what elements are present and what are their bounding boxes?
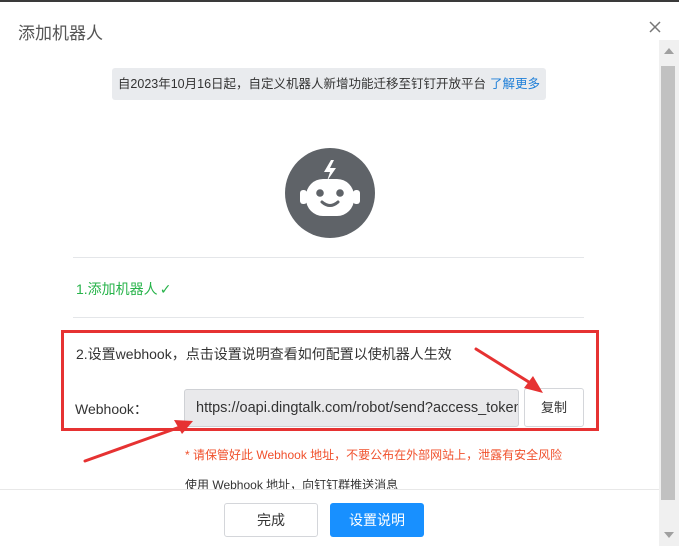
step1-label: 1.添加机器人 (76, 281, 158, 297)
robot-avatar-icon (285, 148, 375, 238)
security-warning: * 请保管好此 Webhook 地址，不要公布在外部网站上，泄露有安全风险 (185, 448, 563, 462)
webhook-label: Webhook： (75, 401, 148, 417)
divider (73, 317, 584, 318)
dialog-title: 添加机器人 (18, 24, 103, 43)
migration-notice: 自2023年10月16日起，自定义机器人新增功能迁移至钉钉开放平台 了解更多 (112, 68, 546, 100)
scrollbar-thumb[interactable] (661, 66, 675, 500)
scroll-up-icon[interactable] (659, 40, 679, 62)
done-button[interactable]: 完成 (224, 503, 318, 537)
scroll-down-icon[interactable] (659, 524, 679, 546)
webhook-url-field[interactable]: https://oapi.dingtalk.com/robot/send?acc… (184, 389, 519, 427)
learn-more-link[interactable]: 了解更多 (490, 77, 540, 91)
step2-instruction: 2.设置webhook，点击设置说明查看如何配置以使机器人生效 (76, 346, 452, 362)
copy-button[interactable]: 复制 (524, 388, 584, 427)
step1-status: 1.添加机器人 ✓ (76, 279, 171, 299)
close-icon[interactable] (646, 18, 664, 36)
check-icon: ✓ (159, 281, 172, 297)
vertical-scrollbar[interactable] (659, 40, 679, 546)
notice-text: 自2023年10月16日起，自定义机器人新增功能迁移至钉钉开放平台 (117, 77, 487, 91)
setup-help-button[interactable]: 设置说明 (330, 503, 424, 537)
divider (73, 257, 584, 258)
